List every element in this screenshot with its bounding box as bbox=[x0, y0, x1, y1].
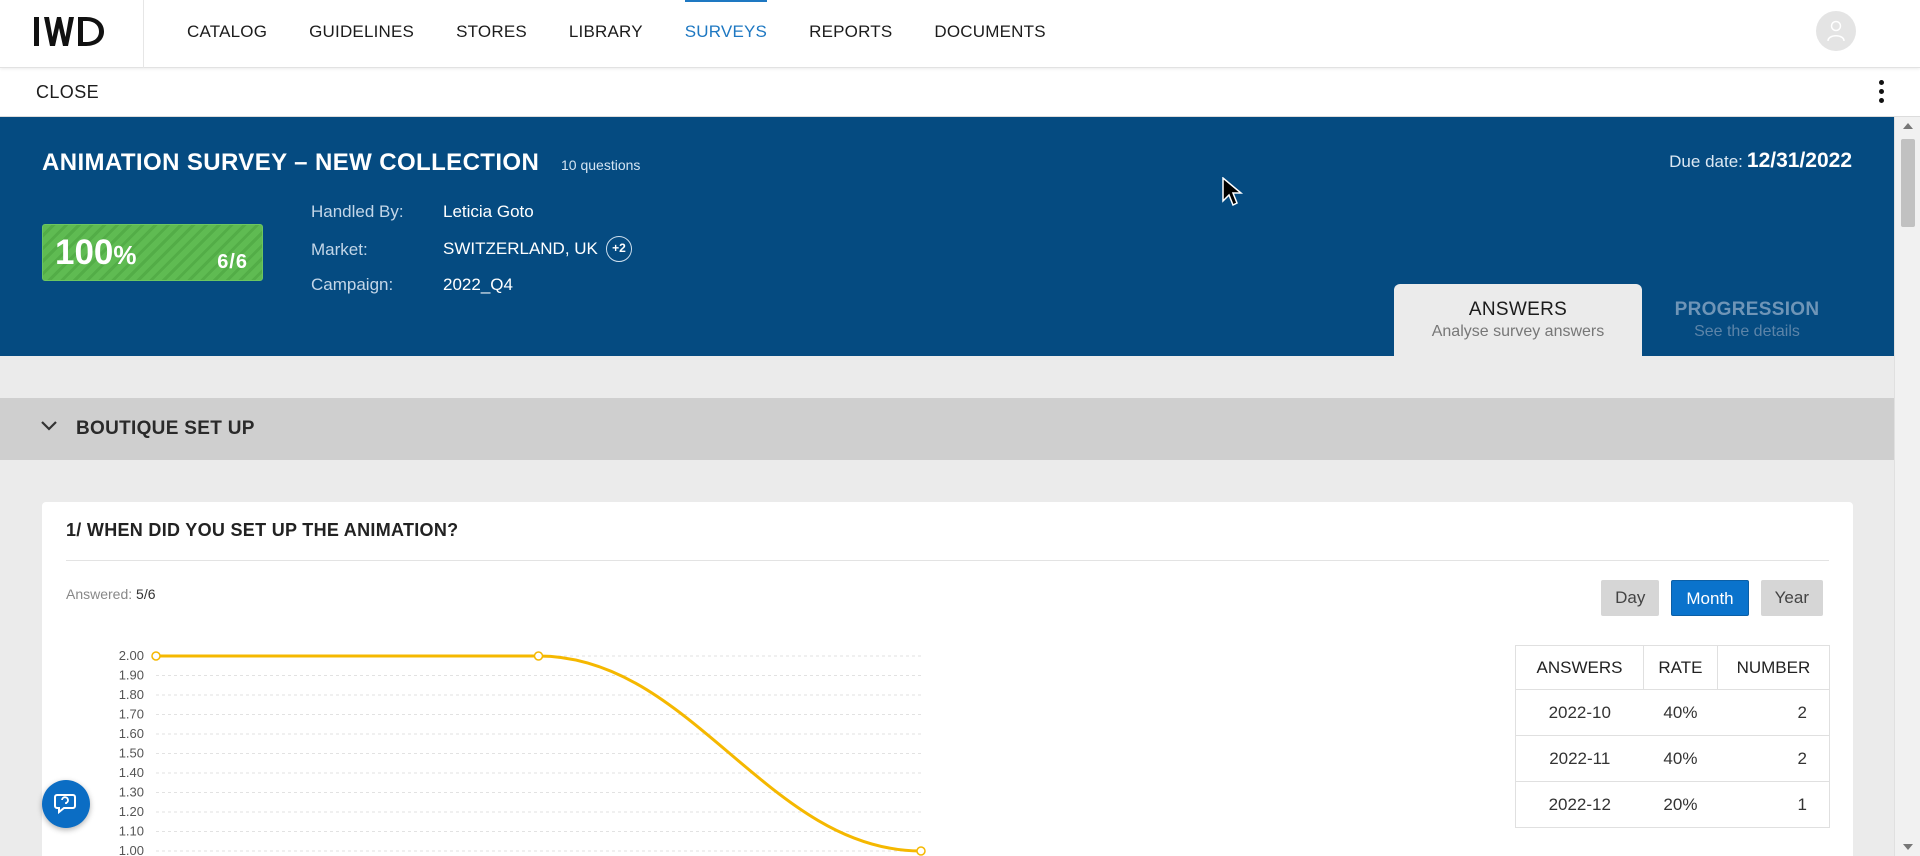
market-value: SWITZERLAND, UK bbox=[443, 239, 598, 258]
scrollbar-thumb[interactable] bbox=[1901, 139, 1915, 227]
iwd-logo[interactable] bbox=[34, 15, 108, 49]
answers-table: ANSWERS RATE NUMBER 2022-10 40% 2 2022-1… bbox=[1514, 645, 1831, 828]
table-cell-answer: 2022-11 bbox=[1515, 735, 1644, 782]
campaign-label: Campaign: bbox=[311, 275, 394, 294]
scroll-up-arrow-icon[interactable] bbox=[1895, 117, 1920, 135]
period-year-button[interactable]: Year bbox=[1760, 580, 1823, 616]
y-tick-label: 1.60 bbox=[119, 726, 144, 741]
campaign-value: 2022_Q4 bbox=[443, 275, 513, 294]
progress-percent: 100% bbox=[55, 235, 137, 273]
section-boutique-setup[interactable]: BOUTIQUE SET UP bbox=[0, 398, 1894, 460]
question-title: 1/ WHEN DID YOU SET UP THE ANIMATION? bbox=[66, 520, 459, 540]
chat-help-icon bbox=[54, 794, 76, 815]
table-cell-number: 2 bbox=[1717, 689, 1830, 736]
tab-progression-subtitle: See the details bbox=[1694, 323, 1800, 340]
answered-label: Answered: bbox=[66, 586, 133, 602]
tab-answers-title: ANSWERS bbox=[1468, 299, 1568, 320]
period-toggle: Day Month Year bbox=[1601, 580, 1823, 616]
market-label: Market: bbox=[311, 240, 368, 259]
table-cell-rate: 20% bbox=[1643, 781, 1718, 828]
table-cell-answer: 2022-10 bbox=[1515, 689, 1644, 736]
completion-progress: 100% 6/6 bbox=[42, 224, 263, 281]
nav-item-guidelines[interactable]: GUIDELINES bbox=[288, 0, 435, 68]
table-header-answers: ANSWERS bbox=[1514, 645, 1645, 690]
y-tick-label: 1.00 bbox=[119, 843, 144, 856]
question-divider bbox=[66, 560, 1829, 561]
chart-data-point[interactable] bbox=[916, 846, 926, 856]
chart-data-point[interactable] bbox=[533, 651, 544, 661]
y-tick-label: 2.00 bbox=[119, 648, 144, 663]
survey-header: ANIMATION SURVEY – NEW COLLECTION 10 que… bbox=[0, 117, 1894, 356]
answered-count: Answered: 5/6 bbox=[66, 586, 156, 602]
answered-value: 5/6 bbox=[136, 586, 156, 602]
tab-answers[interactable]: ANSWERS Analyse survey answers bbox=[1394, 284, 1642, 356]
question-count: 10 questions bbox=[561, 157, 641, 173]
handled-by-label: Handled By: bbox=[311, 202, 404, 221]
table-cell-rate: 40% bbox=[1643, 689, 1718, 736]
market-more-badge[interactable]: +2 bbox=[605, 236, 632, 262]
table-header-rate: RATE bbox=[1643, 645, 1718, 690]
vertical-scrollbar[interactable] bbox=[1894, 117, 1920, 856]
answers-line-chart: 2.00 1.90 1.80 1.70 1.60 1.50 1.40 1.30 1.20 1.10… bbox=[119, 648, 926, 856]
tab-progression[interactable]: PROGRESSION See the details bbox=[1642, 284, 1852, 356]
table-row: 2022-11 40% 2 bbox=[1515, 735, 1830, 782]
period-month-button[interactable]: Month bbox=[1671, 580, 1749, 616]
nav-item-documents[interactable]: DOCUMENTS bbox=[913, 0, 1066, 68]
table-cell-rate: 40% bbox=[1643, 735, 1718, 782]
nav-item-catalog[interactable]: CATALOG bbox=[166, 0, 288, 68]
progress-percent-symbol: % bbox=[113, 240, 137, 270]
y-tick-label: 1.20 bbox=[119, 804, 144, 819]
y-tick-label: 1.40 bbox=[119, 765, 144, 780]
y-tick-label: 1.70 bbox=[119, 707, 144, 722]
y-tick-label: 1.10 bbox=[119, 824, 144, 839]
due-date: Due date: 12/31/2022 bbox=[1669, 149, 1852, 173]
table-header-row: ANSWERS RATE NUMBER bbox=[1514, 645, 1831, 690]
due-date-value: 12/31/2022 bbox=[1746, 149, 1852, 172]
kebab-menu-icon[interactable] bbox=[1876, 80, 1886, 106]
mouse-cursor-icon bbox=[1222, 177, 1244, 207]
table-header-number: NUMBER bbox=[1716, 645, 1831, 690]
close-bar: CLOSE bbox=[0, 68, 1920, 117]
chart-data-point[interactable] bbox=[151, 651, 161, 661]
close-button[interactable]: CLOSE bbox=[36, 82, 99, 103]
table-cell-number: 1 bbox=[1717, 781, 1830, 828]
table-cell-answer: 2022-12 bbox=[1515, 781, 1644, 828]
nav-item-reports[interactable]: REPORTS bbox=[788, 0, 913, 68]
progress-fraction: 6/6 bbox=[217, 251, 248, 273]
y-tick-label: 1.50 bbox=[119, 746, 144, 761]
y-tick-label: 1.80 bbox=[119, 687, 144, 702]
period-day-button[interactable]: Day bbox=[1601, 580, 1660, 616]
section-title: BOUTIQUE SET UP bbox=[76, 418, 255, 439]
help-chat-button[interactable] bbox=[42, 780, 90, 828]
chevron-down-icon bbox=[41, 421, 57, 431]
user-avatar[interactable] bbox=[1816, 11, 1856, 51]
y-tick-label: 1.90 bbox=[119, 668, 144, 683]
scroll-down-arrow-icon[interactable] bbox=[1895, 838, 1920, 856]
nav-menu: CATALOG GUIDELINES STORES LIBRARY SURVEY… bbox=[166, 0, 1067, 68]
survey-title: ANIMATION SURVEY – NEW COLLECTION bbox=[42, 149, 540, 176]
tab-progression-title: PROGRESSION bbox=[1674, 299, 1820, 320]
user-icon bbox=[1827, 20, 1845, 42]
question-card: 1/ WHEN DID YOU SET UP THE ANIMATION? An… bbox=[42, 502, 1853, 856]
nav-item-surveys[interactable]: SURVEYS bbox=[664, 0, 788, 68]
logo-divider bbox=[143, 0, 144, 68]
market-value-wrap: SWITZERLAND, UK +2 bbox=[443, 236, 632, 262]
y-tick-label: 1.30 bbox=[119, 785, 144, 800]
nav-item-stores[interactable]: STORES bbox=[435, 0, 548, 68]
handled-by-value: Leticia Goto bbox=[443, 202, 534, 221]
progress-percent-value: 100 bbox=[55, 233, 114, 272]
top-navigation: CATALOG GUIDELINES STORES LIBRARY SURVEY… bbox=[0, 0, 1920, 68]
nav-item-library[interactable]: LIBRARY bbox=[548, 0, 664, 68]
due-date-label: Due date: bbox=[1669, 152, 1743, 171]
table-row: 2022-10 40% 2 bbox=[1515, 689, 1830, 736]
table-cell-number: 2 bbox=[1717, 735, 1830, 782]
table-row: 2022-12 20% 1 bbox=[1515, 781, 1830, 828]
tab-answers-subtitle: Analyse survey answers bbox=[1431, 323, 1605, 340]
